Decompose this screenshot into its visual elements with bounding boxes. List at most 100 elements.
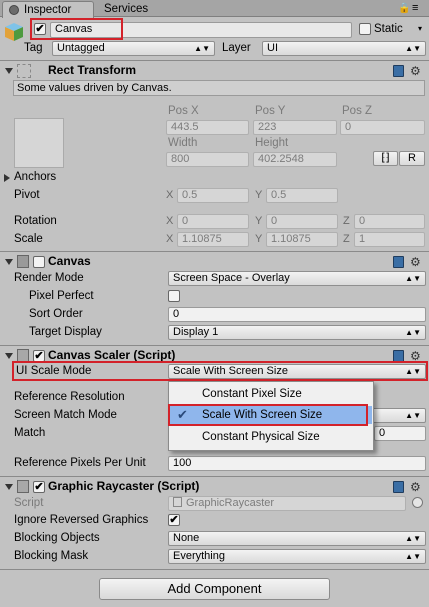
rot-y-field: 0	[266, 214, 338, 229]
tag-dropdown[interactable]: Untagged ▲▼	[52, 41, 215, 56]
anchors-foldout-icon[interactable]	[4, 174, 10, 182]
graphic-raycaster-header[interactable]: ✔ Graphic Raycaster (Script) ⚙	[0, 476, 429, 496]
foldout-arrow-icon[interactable]	[5, 484, 13, 490]
canvas-enabled-checkbox[interactable]	[33, 256, 45, 268]
tab-services[interactable]: Services	[96, 2, 162, 17]
foldout-arrow-icon[interactable]	[5, 68, 13, 74]
ref-pixels-label: Reference Pixels Per Unit	[14, 457, 146, 469]
driven-info-box: Some values driven by Canvas.	[13, 80, 425, 96]
rot-x-label: X	[166, 215, 174, 227]
ignore-reversed-checkbox[interactable]: ✔	[168, 514, 180, 526]
pos-x-field: 443.5	[166, 120, 249, 135]
foldout-arrow-icon[interactable]	[5, 353, 13, 359]
rotation-label: Rotation	[14, 215, 57, 227]
canvas-scaler-title: Canvas Scaler (Script)	[48, 348, 176, 362]
raycaster-enabled-checkbox[interactable]: ✔	[33, 481, 45, 493]
blueprint-button[interactable]: ⁅⁆	[373, 151, 398, 166]
static-checkbox[interactable]	[359, 23, 371, 35]
inspector-icon	[9, 5, 19, 15]
tab-inspector[interactable]: Inspector	[2, 1, 94, 18]
script-field: GraphicRaycaster	[168, 496, 406, 511]
layer-value: UI	[267, 42, 278, 54]
raw-edit-button[interactable]: R	[399, 151, 425, 166]
pixel-perfect-checkbox[interactable]	[168, 290, 180, 302]
scale-z-label: Z	[343, 233, 350, 245]
match-label: Match	[14, 427, 46, 439]
popup-option-label: Constant Pixel Size	[202, 388, 302, 400]
target-display-label: Target Display	[29, 326, 102, 338]
width-label: Width	[168, 137, 198, 149]
render-mode-dropdown[interactable]: Screen Space - Overlay ▲▼	[168, 271, 426, 286]
pixel-perfect-label: Pixel Perfect	[29, 290, 94, 302]
rect-transform-icon	[17, 64, 31, 78]
render-mode-label: Render Mode	[14, 272, 84, 284]
gear-icon[interactable]: ⚙	[410, 256, 421, 268]
help-book-icon[interactable]	[393, 256, 404, 268]
object-picker-icon[interactable]	[412, 497, 423, 508]
gear-icon[interactable]: ⚙	[410, 65, 421, 77]
help-book-icon[interactable]	[393, 481, 404, 493]
target-display-dropdown[interactable]: Display 1 ▲▼	[168, 325, 426, 340]
chevron-icon: ▲▼	[405, 44, 421, 53]
rot-z-label: Z	[343, 215, 350, 227]
chevron-icon: ▲▼	[405, 534, 421, 543]
layer-dropdown[interactable]: UI ▲▼	[262, 41, 426, 56]
ref-pixels-field[interactable]: 100	[168, 456, 426, 471]
tab-services-label: Services	[104, 3, 149, 15]
popup-option-0[interactable]: Constant Pixel Size	[170, 385, 372, 403]
screen-match-mode-label: Screen Match Mode	[14, 409, 117, 421]
anchors-label[interactable]: Anchors	[14, 170, 56, 184]
scale-x-field: 1.10875	[177, 232, 249, 247]
static-label: Static	[374, 23, 403, 35]
pos-z-field: 0	[340, 120, 425, 135]
popup-option-2[interactable]: Constant Physical Size	[170, 428, 372, 446]
footer-divider	[0, 569, 429, 570]
chevron-icon: ▲▼	[405, 411, 421, 420]
chevron-icon: ▲▼	[405, 552, 421, 561]
chevron-icon: ▲▼	[194, 44, 210, 53]
rot-y-label: Y	[255, 215, 263, 227]
graphic-raycaster-title: Graphic Raycaster (Script)	[48, 479, 200, 493]
blocking-objects-dropdown[interactable]: None ▲▼	[168, 531, 426, 546]
sort-order-field[interactable]: 0	[168, 307, 426, 322]
canvas-component-icon	[17, 255, 29, 268]
scale-y-field: 1.10875	[266, 232, 338, 247]
chevron-icon: ▲▼	[405, 274, 421, 283]
rot-x-field: 0	[177, 214, 249, 229]
target-display-value: Display 1	[173, 326, 219, 338]
blocking-mask-dropdown[interactable]: Everything ▲▼	[168, 549, 426, 564]
raw-edit-label: R	[408, 152, 416, 164]
scale-z-field: 1	[354, 232, 425, 247]
raycaster-component-icon	[17, 480, 29, 493]
menu-icon[interactable]: ≡	[412, 2, 418, 14]
pos-y-field: 223	[253, 120, 337, 135]
script-label: Script	[14, 497, 44, 509]
match-field[interactable]: 0	[374, 426, 426, 441]
blocking-objects-label: Blocking Objects	[14, 532, 100, 544]
scale-y-label: Y	[255, 233, 263, 245]
scale-x-label: X	[166, 233, 174, 245]
tab-inspector-label: Inspector	[24, 4, 72, 16]
help-book-icon[interactable]	[393, 65, 404, 77]
popup-option-label: Constant Physical Size	[202, 431, 320, 443]
script-value: GraphicRaycaster	[186, 497, 275, 509]
add-component-button[interactable]: Add Component	[99, 578, 330, 600]
rot-z-field: 0	[354, 214, 425, 229]
rect-transform-header[interactable]: Rect Transform ⚙	[0, 60, 429, 80]
anchor-preset-button[interactable]	[14, 118, 64, 168]
pivot-x-label: X	[166, 189, 174, 201]
tag-label: Tag	[24, 42, 43, 54]
render-mode-value: Screen Space - Overlay	[173, 272, 290, 284]
tag-value: Untagged	[57, 42, 105, 54]
canvas-header[interactable]: Canvas ⚙	[0, 251, 429, 271]
pivot-label: Pivot	[14, 189, 40, 201]
gear-icon[interactable]: ⚙	[410, 481, 421, 493]
ignore-reversed-label: Ignore Reversed Graphics	[14, 514, 149, 526]
inspector-window: Inspector Services 🔒 ≡ ✔ Canvas Static ▾…	[0, 0, 429, 607]
chevron-icon: ▲▼	[405, 328, 421, 337]
pivot-y-label: Y	[255, 189, 263, 201]
static-dropdown-arrow[interactable]: ▾	[412, 22, 426, 37]
lock-icon[interactable]: 🔒	[398, 4, 410, 14]
foldout-arrow-icon[interactable]	[5, 259, 13, 265]
scale-mode-highlight-box	[12, 361, 428, 381]
